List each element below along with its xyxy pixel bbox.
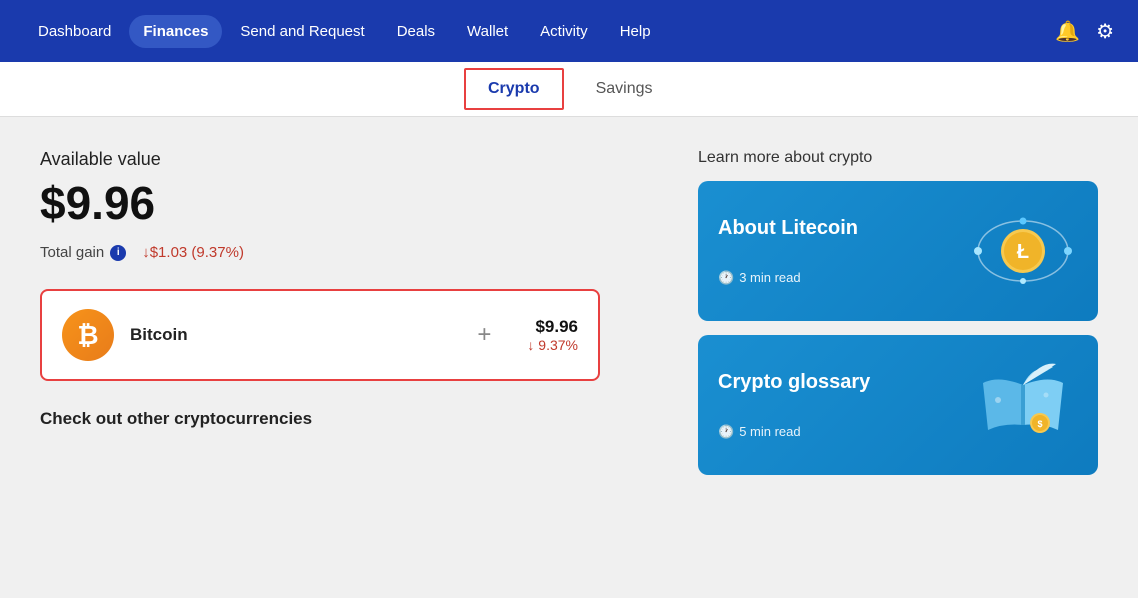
tabs-bar: Crypto Savings <box>0 62 1138 117</box>
check-other-cryptocurrencies: Check out other cryptocurrencies <box>40 409 658 429</box>
svg-text:Ł: Ł <box>1017 241 1029 263</box>
nav-items: Dashboard Finances Send and Request Deal… <box>24 15 1055 48</box>
glossary-read-time: 🕐 5 min read <box>718 424 870 440</box>
total-gain-row: Total gain i ↓$1.03 (9.37%) <box>40 244 658 261</box>
nav-item-activity[interactable]: Activity <box>526 15 602 48</box>
clock-icon-2: 🕐 <box>718 424 734 440</box>
left-panel: Available value $9.96 Total gain i ↓$1.0… <box>40 149 698 565</box>
learn-card-litecoin[interactable]: About Litecoin 🕐 3 min read Ł <box>698 181 1098 321</box>
total-gain-label: Total gain i <box>40 244 126 261</box>
gain-value: ↓$1.03 (9.37%) <box>142 244 244 261</box>
nav-item-send-request[interactable]: Send and Request <box>226 15 378 48</box>
glossary-card-text: Crypto glossary 🕐 5 min read <box>718 371 870 440</box>
glossary-read-time-text: 5 min read <box>739 424 800 439</box>
main-nav: Dashboard Finances Send and Request Deal… <box>0 0 1138 62</box>
nav-icons: 🔔 ⚙ <box>1055 19 1114 44</box>
litecoin-illustration: Ł <box>968 201 1078 301</box>
bitcoin-name: Bitcoin <box>130 325 441 345</box>
bitcoin-card[interactable]: ₿ Bitcoin + $9.96 ↓ 9.37% <box>40 289 600 381</box>
tab-savings[interactable]: Savings <box>568 62 681 116</box>
info-icon[interactable]: i <box>110 245 126 261</box>
nav-item-help[interactable]: Help <box>606 15 665 48</box>
clock-icon: 🕐 <box>718 270 734 286</box>
available-value: $9.96 <box>40 176 658 230</box>
learn-more-title: Learn more about crypto <box>698 149 1098 167</box>
glossary-illustration: $ <box>968 355 1078 455</box>
bitcoin-values: $9.96 ↓ 9.37% <box>527 317 578 353</box>
bitcoin-percent-change: ↓ 9.37% <box>527 337 578 353</box>
main-content: Available value $9.96 Total gain i ↓$1.0… <box>0 117 1138 597</box>
notification-bell-icon[interactable]: 🔔 <box>1055 19 1080 44</box>
available-label: Available value <box>40 149 658 170</box>
nav-item-dashboard[interactable]: Dashboard <box>24 15 125 48</box>
nav-item-wallet[interactable]: Wallet <box>453 15 522 48</box>
learn-card-glossary[interactable]: Crypto glossary 🕐 5 min read <box>698 335 1098 475</box>
settings-gear-icon[interactable]: ⚙ <box>1096 19 1114 44</box>
litecoin-read-time-text: 3 min read <box>739 270 800 285</box>
nav-item-finances[interactable]: Finances <box>129 15 222 48</box>
total-gain-text: Total gain <box>40 244 104 261</box>
tab-crypto[interactable]: Crypto <box>464 68 564 110</box>
bitcoin-icon: ₿ <box>62 309 114 361</box>
litecoin-card-title: About Litecoin <box>718 217 858 240</box>
litecoin-read-time: 🕐 3 min read <box>718 270 858 286</box>
glossary-card-title: Crypto glossary <box>718 371 870 394</box>
right-panel: Learn more about crypto About Litecoin 🕐… <box>698 149 1098 565</box>
add-crypto-button[interactable]: + <box>457 321 511 349</box>
nav-item-deals[interactable]: Deals <box>383 15 449 48</box>
litecoin-card-text: About Litecoin 🕐 3 min read <box>718 217 858 286</box>
svg-text:$: $ <box>1037 419 1042 429</box>
bitcoin-usd-value: $9.96 <box>527 317 578 337</box>
